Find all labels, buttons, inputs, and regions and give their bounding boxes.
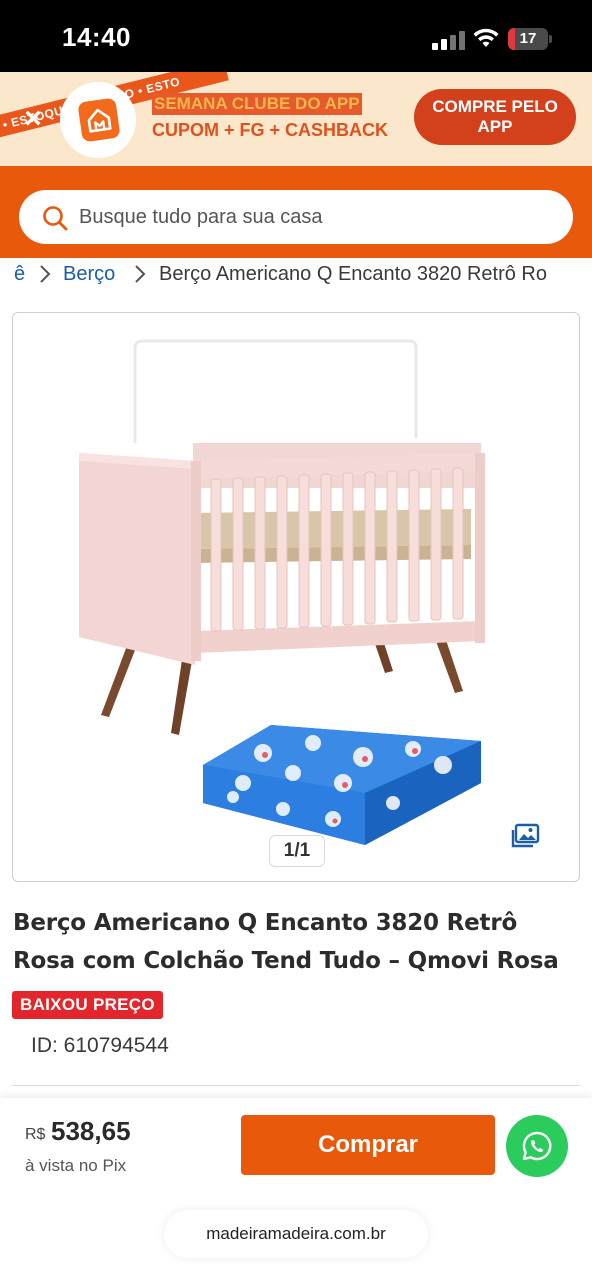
price-currency: R$ [25,1126,46,1143]
chevron-right-icon [135,265,146,283]
product-title: Berço Americano Q Encanto 3820 Retrô Ros… [13,910,559,974]
product-image-gallery[interactable]: 1/1 [12,312,580,882]
chevron-right-icon [40,265,51,283]
price-value: 538,65 [51,1116,131,1146]
buy-button[interactable]: Comprar [241,1115,495,1175]
price-payment-note: à vista no Pix [25,1156,127,1175]
promo-headline: SEMANA CLUBE DO APP [152,93,362,115]
battery-level: 17 [519,30,537,47]
breadcrumb: ê Berço Berço Americano Q Encanto 3820 R… [0,258,592,306]
price-drop-badge: BAIXOU PREÇO [12,991,163,1019]
image-counter: 1/1 [269,835,325,867]
product-image [79,339,485,845]
status-bar: 14:40 17 [0,0,592,72]
search-box[interactable] [19,190,573,244]
gallery-icon[interactable] [511,823,541,849]
purchase-bar: R$ 538,65 à vista no Pix Comprar madeira… [0,1098,592,1280]
close-icon[interactable]: × [20,104,46,134]
search-icon [43,206,68,231]
app-logo [60,82,136,158]
whatsapp-button[interactable] [506,1115,568,1177]
wifi-icon [473,28,499,47]
app-promo-banner[interactable]: • ESTOQUE LIMITADO • ESTO × SEMANA CLUBE… [0,72,592,166]
cellular-signal-icon [432,30,466,50]
battery-icon: 17 [508,28,552,50]
breadcrumb-item-berco[interactable]: Berço [63,258,115,290]
browser-url-bar[interactable]: madeiramadeira.com.br [164,1210,428,1258]
whatsapp-icon [522,1131,552,1161]
status-time: 14:40 [62,22,131,52]
breadcrumb-item-previous[interactable]: ê [14,258,25,290]
product-id: ID: 610794544 [31,1034,169,1057]
search-header [0,166,592,258]
divider [12,1085,580,1086]
breadcrumb-item-current: Berço Americano Q Encanto 3820 Retrô Ro [159,263,547,285]
buy-in-app-button[interactable]: COMPRE PELO APP [414,89,576,145]
search-input[interactable] [79,190,549,244]
promo-subheadline: CUPOM + FG + CASHBACK [152,120,389,140]
